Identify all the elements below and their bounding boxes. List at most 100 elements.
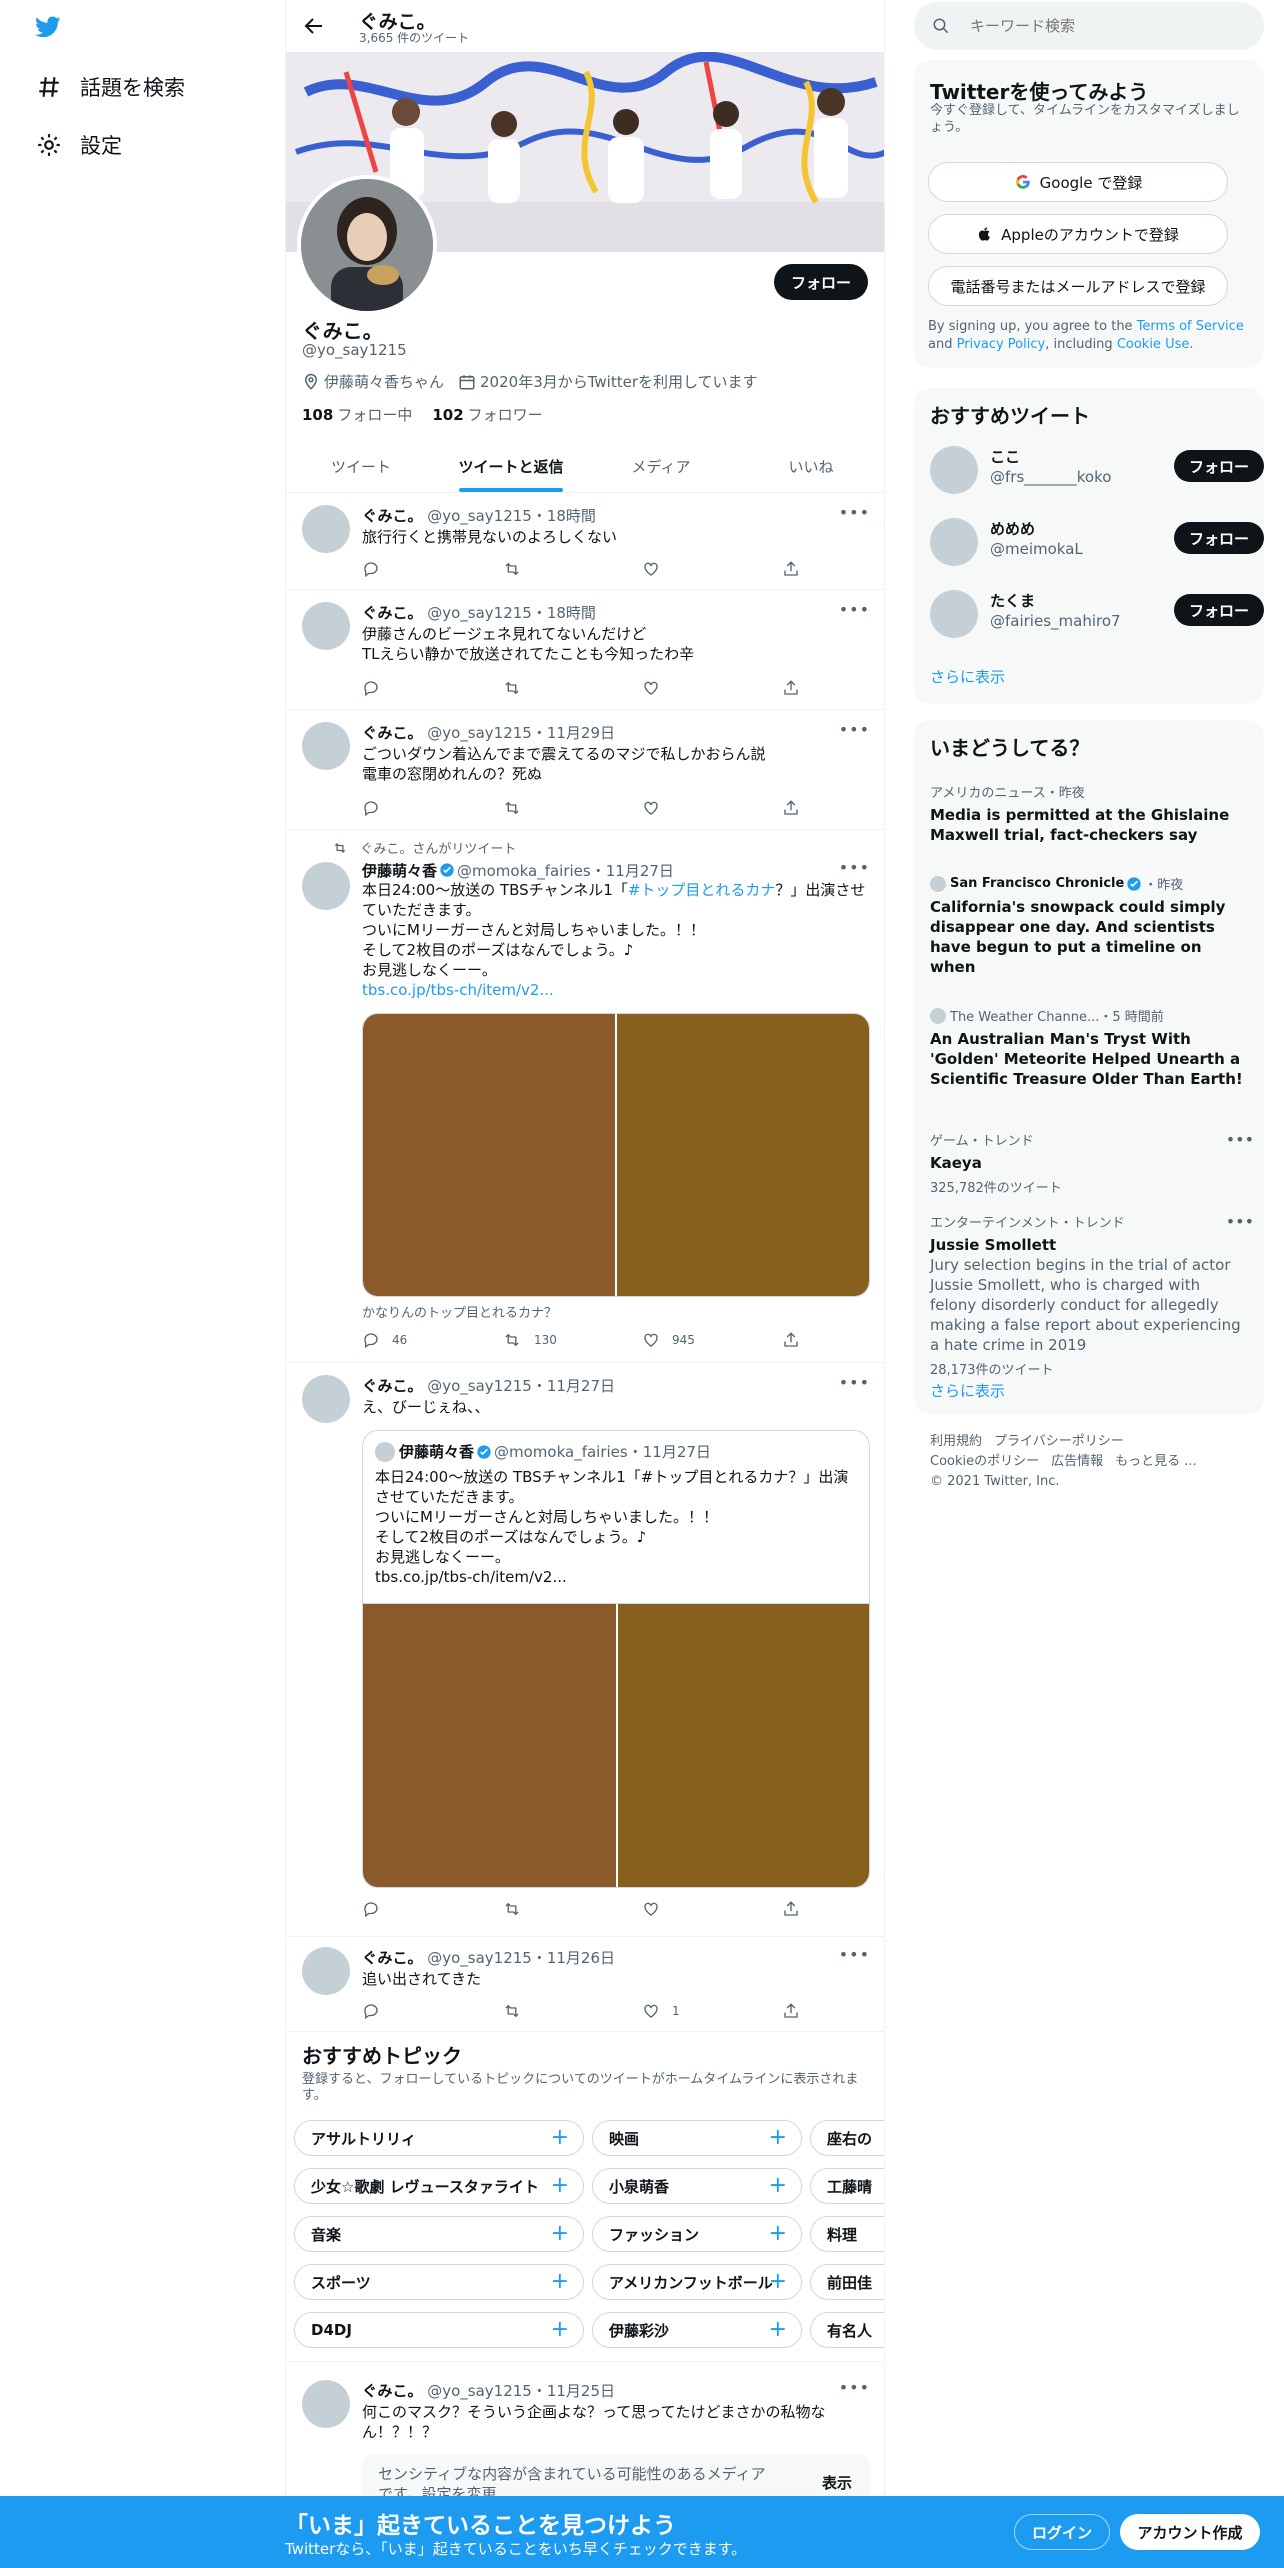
following-link[interactable]: 108 フォロー中 xyxy=(302,404,412,425)
topic-chip[interactable]: ファッション + xyxy=(592,2216,802,2252)
show-more-link[interactable]: さらに表示 xyxy=(930,666,1005,687)
login-button[interactable]: ログイン xyxy=(1014,2514,1110,2550)
tweet-avatar[interactable] xyxy=(302,2380,350,2428)
back-arrow-icon[interactable] xyxy=(302,14,326,38)
show-more-link[interactable]: さらに表示 xyxy=(930,1380,1005,1401)
topic-chip[interactable]: 音楽 + xyxy=(294,2216,584,2252)
like-button[interactable] xyxy=(642,678,742,698)
privacy-policy-link[interactable]: Privacy Policy xyxy=(957,337,1046,352)
suggestion-follow-button[interactable]: フォロー xyxy=(1174,522,1264,554)
more-options-icon[interactable]: ••• xyxy=(839,1373,870,1392)
retweet-button[interactable] xyxy=(502,1899,602,1919)
suggestion-avatar[interactable] xyxy=(930,590,978,638)
suggestion-avatar[interactable] xyxy=(930,446,978,494)
like-button[interactable] xyxy=(642,1899,742,1919)
topic-chip[interactable]: アメリカンフットボール + xyxy=(592,2264,802,2300)
tab-likes[interactable]: いいね xyxy=(736,440,884,492)
signup-button[interactable]: アカウント作成 xyxy=(1120,2514,1260,2550)
footer-link[interactable]: プライバシーポリシー xyxy=(994,1434,1124,1449)
share-button[interactable] xyxy=(782,559,802,579)
plus-icon[interactable]: + xyxy=(551,2125,569,2150)
topic-chip[interactable]: 小泉萌香 + xyxy=(592,2168,802,2204)
show-sensitive-button[interactable]: 表示 xyxy=(822,2472,852,2493)
share-button[interactable] xyxy=(782,1330,802,1350)
tweet-avatar[interactable] xyxy=(302,862,350,910)
like-button[interactable] xyxy=(642,798,742,818)
more-options-icon[interactable]: ••• xyxy=(1226,1212,1254,1231)
tweet-quote[interactable]: ぐみこ。 @yo_say1215・11月27日 ••• え、びーじぇね、、 伊藤… xyxy=(286,1363,884,1937)
tweet-avatar[interactable] xyxy=(302,505,350,553)
trend-item[interactable]: エンターテインメント・トレンド Jussie Smollett Jury sel… xyxy=(930,1212,1254,1378)
twitter-logo-icon[interactable] xyxy=(33,14,63,40)
retweet-button[interactable]: 130 xyxy=(502,1330,602,1350)
followers-link[interactable]: 102 フォロワー xyxy=(432,404,542,425)
retweet-button[interactable] xyxy=(502,559,602,579)
terms-of-service-link[interactable]: Terms of Service xyxy=(1137,319,1244,334)
suggestion-avatar[interactable] xyxy=(930,518,978,566)
tweet[interactable]: ぐみこ。 @yo_say1215・18時間 ••• 伊藤さんのビージェネ見れてな… xyxy=(286,590,884,710)
reply-button[interactable] xyxy=(362,1899,462,1919)
topic-chip[interactable]: 前田佳 xyxy=(810,2264,884,2300)
tab-tweets-and-replies[interactable]: ツイートと返信 xyxy=(436,440,586,492)
follow-suggestion[interactable]: めめめ @meimokaL フォロー xyxy=(930,512,1264,572)
tweet-retweet[interactable]: ぐみこ。さんがリツイート 伊藤萌々香 @momoka_fairies・11月27日… xyxy=(286,830,884,1363)
tweet-avatar[interactable] xyxy=(302,1375,350,1423)
trend-item[interactable]: ゲーム・トレンド Kaeya 325,782件のツイート ••• xyxy=(930,1130,1254,1196)
more-options-icon[interactable]: ••• xyxy=(1226,1130,1254,1149)
tab-tweets[interactable]: ツイート xyxy=(286,440,436,492)
suggestion-follow-button[interactable]: フォロー xyxy=(1174,450,1264,482)
share-button[interactable] xyxy=(782,678,802,698)
topic-chip[interactable]: 座右の xyxy=(810,2120,884,2156)
topic-chip[interactable]: 伊藤彩沙 + xyxy=(592,2312,802,2348)
retweet-button[interactable] xyxy=(502,798,602,818)
topic-chip[interactable]: 少女☆歌劇 レヴュースタァライト + xyxy=(294,2168,584,2204)
google-signup-button[interactable]: Google で登録 xyxy=(928,162,1228,202)
tab-media[interactable]: メディア xyxy=(586,440,736,492)
tweet-author-name[interactable]: ぐみこ。 xyxy=(362,604,422,622)
reply-button[interactable] xyxy=(362,678,462,698)
reply-button[interactable]: 46 xyxy=(362,1330,462,1350)
plus-icon[interactable]: + xyxy=(551,2269,569,2294)
plus-icon[interactable]: + xyxy=(551,2173,569,2198)
footer-link[interactable]: もっと見る ... xyxy=(1115,1454,1197,1469)
nav-explore[interactable]: 話題を検索 xyxy=(34,72,185,102)
tweet[interactable]: ぐみこ。 @yo_say1215・11月29日 ••• ごついダウン着込んでまで… xyxy=(286,710,884,830)
topic-chip[interactable]: 工藤晴 xyxy=(810,2168,884,2204)
more-options-icon[interactable]: ••• xyxy=(839,2378,870,2397)
topic-chip[interactable]: アサルトリリィ + xyxy=(294,2120,584,2156)
follow-suggestion[interactable]: ここ @frs_______koko フォロー xyxy=(930,440,1264,500)
media-image[interactable] xyxy=(363,1014,615,1296)
tweet-avatar[interactable] xyxy=(302,602,350,650)
tweet-author-name[interactable]: ぐみこ。 xyxy=(362,2382,422,2400)
follow-suggestion[interactable]: たくま @fairies_mahiro7 フォロー xyxy=(930,584,1264,644)
reply-button[interactable] xyxy=(362,2001,462,2021)
share-button[interactable] xyxy=(782,1899,802,1919)
trend-item[interactable]: The Weather Channe...・5 時間前 An Australia… xyxy=(930,1006,1250,1089)
quoted-tweet[interactable]: 伊藤萌々香 @momoka_fairies・11月27日 本日24:00〜放送の … xyxy=(362,1430,870,1888)
media-image[interactable] xyxy=(615,1014,869,1296)
media-image[interactable] xyxy=(616,1604,869,1887)
cookie-use-link[interactable]: Cookie Use xyxy=(1117,337,1190,352)
more-options-icon[interactable]: ••• xyxy=(839,1945,870,1964)
reply-button[interactable] xyxy=(362,798,462,818)
footer-link[interactable]: 利用規約 xyxy=(930,1434,982,1449)
topic-chip[interactable]: スポーツ + xyxy=(294,2264,584,2300)
like-button[interactable] xyxy=(642,559,742,579)
more-options-icon[interactable]: ••• xyxy=(839,858,870,877)
plus-icon[interactable]: + xyxy=(769,2317,787,2342)
share-button[interactable] xyxy=(782,2001,802,2021)
plus-icon[interactable]: + xyxy=(551,2317,569,2342)
topic-chip[interactable]: 映画 + xyxy=(592,2120,802,2156)
share-button[interactable] xyxy=(782,798,802,818)
tweet-avatar[interactable] xyxy=(302,1947,350,1995)
search-input[interactable] xyxy=(970,17,1230,35)
profile-avatar[interactable] xyxy=(297,175,437,315)
follow-button[interactable]: フォロー xyxy=(774,264,868,300)
like-button[interactable]: 1 xyxy=(642,2001,742,2021)
tweet[interactable]: ぐみこ。 @yo_say1215・18時間 ••• 旅行行くと携帯見ないのよろし… xyxy=(286,493,884,590)
more-options-icon[interactable]: ••• xyxy=(839,503,870,522)
like-button[interactable]: 945 xyxy=(642,1330,742,1350)
plus-icon[interactable]: + xyxy=(769,2125,787,2150)
more-options-icon[interactable]: ••• xyxy=(839,720,870,739)
reply-button[interactable] xyxy=(362,559,462,579)
